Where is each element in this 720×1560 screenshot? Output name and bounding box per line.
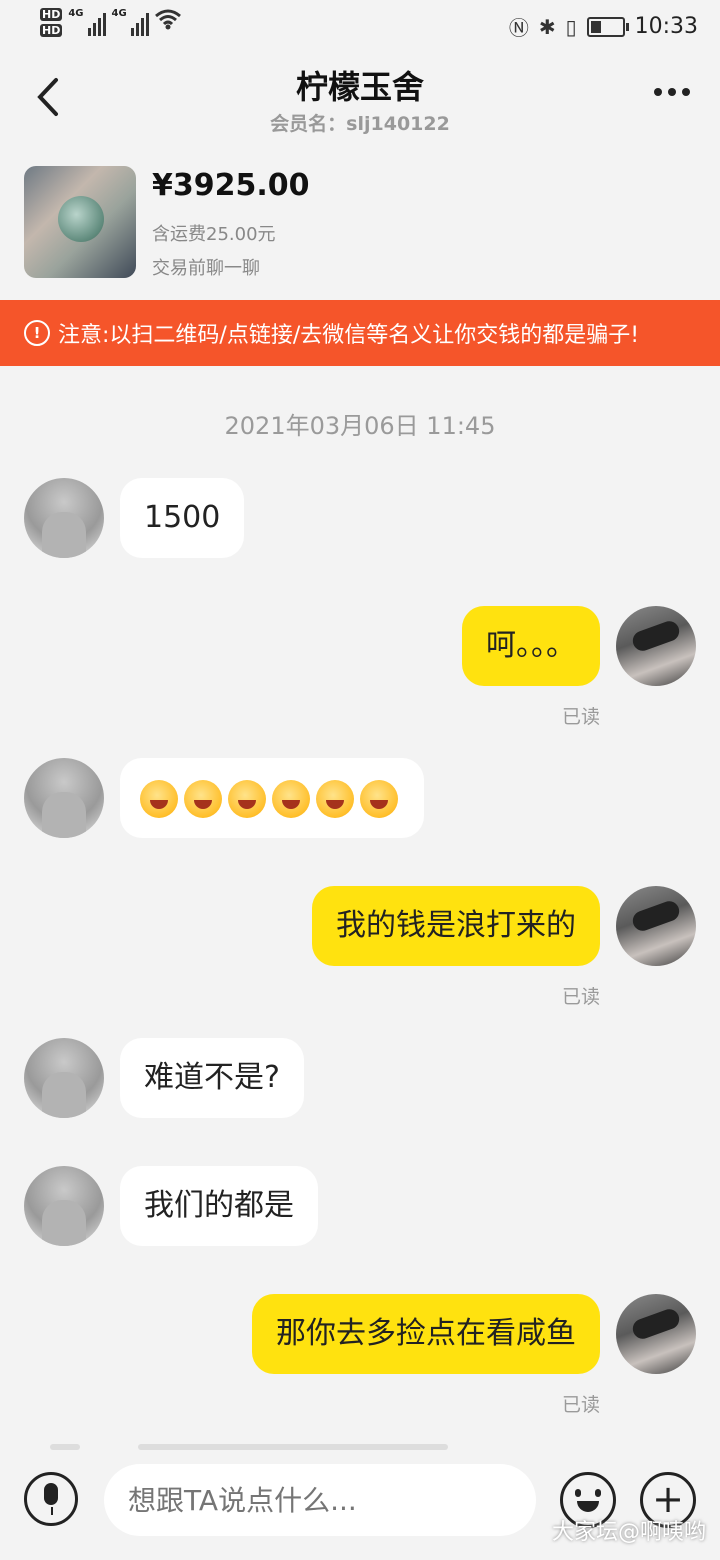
- status-left: HD HD 4G 4G: [40, 8, 181, 40]
- message-bubble-incoming[interactable]: 1500: [120, 478, 245, 558]
- contact-avatar[interactable]: [24, 1038, 104, 1118]
- status-right: Ⓝ ✱ ▯ 10:33: [509, 12, 698, 41]
- giggle-emoji-icon: [272, 779, 310, 818]
- grin-emoji-icon: [228, 779, 266, 818]
- chat-prompt: 交易前聊一聊: [152, 258, 260, 279]
- message-bubble-emoji[interactable]: [120, 758, 424, 838]
- read-receipt: 已读: [561, 1394, 600, 1416]
- my-avatar[interactable]: [616, 886, 696, 966]
- contact-avatar[interactable]: [24, 478, 104, 558]
- grin-emoji-icon: [140, 779, 178, 818]
- bluetooth-icon: ✱: [538, 14, 556, 39]
- signal-icon: 4G: [68, 8, 106, 36]
- input-bar: + 大家坛@啊咦哟: [0, 1450, 720, 1560]
- warning-icon: !: [24, 320, 50, 346]
- message-bubble-outgoing[interactable]: 我的钱是浪打来的: [312, 886, 600, 966]
- fraud-warning-banner: ! 注意:以扫二维码/点链接/去微信等名义让你交钱的都是骗子!: [0, 300, 720, 366]
- chat-header: 柠檬玉舍 会员名：slj140122: [0, 52, 720, 144]
- message-input[interactable]: [104, 1464, 536, 1536]
- network-type-1: 4G: [68, 8, 84, 19]
- network-type-2: 4G: [111, 8, 127, 19]
- nfc-icon: Ⓝ: [508, 16, 529, 40]
- hd-badge-2: HD: [40, 24, 63, 37]
- signal-icon-2: 4G: [112, 8, 149, 36]
- grin-emoji-icon: [184, 779, 222, 818]
- message-bubble-outgoing[interactable]: 那你去多捡点在看咸鱼: [252, 1294, 600, 1374]
- more-options-icon[interactable]: [654, 88, 690, 96]
- giggle-emoji-icon: [316, 779, 354, 818]
- my-avatar[interactable]: [616, 606, 696, 686]
- message-bubble-incoming[interactable]: 我们的都是: [120, 1166, 318, 1246]
- warning-text: 注意:以扫二维码/点链接/去微信等名义让你交钱的都是骗子!: [58, 323, 640, 348]
- battery-icon: [586, 16, 629, 37]
- giggle-emoji-icon: [360, 779, 398, 818]
- message-bubble-incoming[interactable]: 难道不是?: [120, 1038, 304, 1118]
- product-card[interactable]: ¥3925.00 含运费25.00元 交易前聊一聊: [0, 144, 720, 300]
- message-bubble-outgoing[interactable]: 呵。。。: [462, 606, 600, 686]
- clock: 10:33: [634, 14, 698, 39]
- shop-title: 柠檬玉舍: [295, 68, 424, 106]
- product-price: ¥3925.00: [152, 168, 310, 203]
- read-receipt: 已读: [561, 986, 600, 1008]
- read-receipt: 已读: [561, 706, 600, 728]
- microphone-icon[interactable]: [24, 1472, 78, 1526]
- status-bar: HD HD 4G 4G Ⓝ ✱ ▯ 10:33: [0, 0, 720, 52]
- hd-indicator: HD HD: [40, 8, 63, 40]
- my-avatar[interactable]: [616, 1294, 696, 1374]
- member-name: 会员名：slj140122: [270, 113, 450, 135]
- contact-avatar[interactable]: [24, 758, 104, 838]
- chat-timestamp: 2021年03月06日 11:45: [224, 412, 496, 440]
- vibrate-icon: ▯: [565, 14, 577, 39]
- wifi-icon: [154, 9, 181, 30]
- shipping-fee: 含运费25.00元: [152, 224, 276, 245]
- contact-avatar[interactable]: [24, 1166, 104, 1246]
- product-image[interactable]: [24, 166, 136, 278]
- hd-badge-1: HD: [40, 8, 63, 21]
- watermark: 大家坛@啊咦哟: [551, 1520, 706, 1545]
